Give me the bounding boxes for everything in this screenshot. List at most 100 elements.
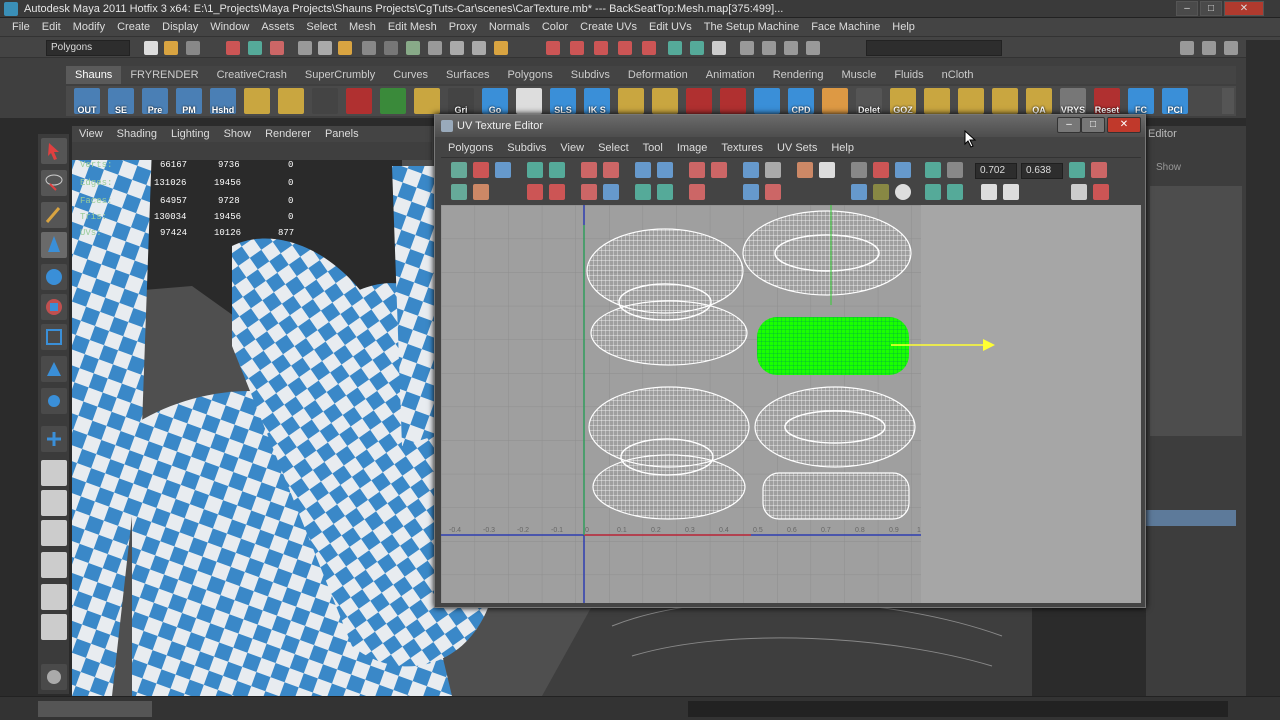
uv-editor-maximize-button[interactable]: □ bbox=[1081, 117, 1105, 133]
u-value-field[interactable]: 0.702 bbox=[975, 163, 1017, 179]
shelf-button[interactable] bbox=[822, 88, 848, 114]
layout-graph-icon[interactable] bbox=[41, 614, 67, 640]
last-tool-icon[interactable] bbox=[41, 426, 67, 452]
show-manipulator-icon[interactable] bbox=[41, 388, 67, 414]
uv-menu-select[interactable]: Select bbox=[591, 139, 636, 157]
manipulator-tool-icon[interactable] bbox=[41, 324, 67, 350]
uv-checker-icon[interactable] bbox=[819, 162, 835, 178]
uv-map-border-icon[interactable] bbox=[765, 184, 781, 200]
lasso-tool-icon[interactable] bbox=[41, 170, 67, 196]
render-icon[interactable] bbox=[546, 41, 560, 55]
uv-grid-icon[interactable] bbox=[765, 162, 781, 178]
uv-rotate-cw-icon[interactable] bbox=[603, 162, 619, 178]
output-icon[interactable] bbox=[690, 41, 704, 55]
uv-smudge-icon[interactable] bbox=[527, 184, 543, 200]
uv-tweak-icon[interactable] bbox=[473, 184, 489, 200]
layout-four-icon[interactable] bbox=[41, 490, 67, 516]
uv-shell-strip[interactable] bbox=[762, 472, 910, 520]
uv-lattice-icon[interactable] bbox=[549, 184, 565, 200]
layout-outliner-icon[interactable] bbox=[41, 584, 67, 610]
select-object-icon[interactable] bbox=[248, 41, 262, 55]
uv-menu-view[interactable]: View bbox=[553, 139, 591, 157]
menu-edit-mesh[interactable]: Edit Mesh bbox=[382, 21, 443, 33]
shelf-button[interactable]: PCI bbox=[1162, 88, 1188, 115]
hand-tool-icon[interactable] bbox=[41, 664, 67, 690]
maximize-button[interactable]: □ bbox=[1200, 1, 1222, 16]
shelf-button[interactable] bbox=[652, 88, 678, 114]
render-settings-icon[interactable] bbox=[594, 41, 608, 55]
mask-points-icon[interactable] bbox=[298, 41, 312, 55]
uv-shell-right-bottom[interactable] bbox=[754, 386, 916, 468]
shelf-tab-supercrumbly[interactable]: SuperCrumbly bbox=[296, 66, 384, 84]
shelf-button[interactable]: SE bbox=[108, 88, 134, 115]
uv-color-icon[interactable] bbox=[873, 184, 889, 200]
shelf-tab-surfaces[interactable]: Surfaces bbox=[437, 66, 498, 84]
close-button[interactable]: ✕ bbox=[1224, 1, 1264, 16]
shelf-button[interactable] bbox=[754, 88, 780, 114]
paint-select-tool-icon[interactable] bbox=[41, 202, 67, 228]
uv-grid-toggle-icon[interactable] bbox=[851, 162, 867, 178]
shelf-button[interactable]: PM bbox=[176, 88, 202, 115]
viewport-menu-renderer[interactable]: Renderer bbox=[258, 126, 318, 142]
shelf-button[interactable] bbox=[414, 88, 440, 114]
layout-single-icon[interactable] bbox=[41, 460, 67, 486]
open-scene-icon[interactable] bbox=[164, 41, 178, 55]
shelf-tab-animation[interactable]: Animation bbox=[697, 66, 764, 84]
uv-select-icon[interactable] bbox=[451, 162, 467, 178]
uv-align-icon[interactable] bbox=[689, 162, 705, 178]
right-panel-show-label[interactable]: Show bbox=[1156, 162, 1181, 173]
scale-tool-icon[interactable] bbox=[41, 294, 67, 320]
menu-normals[interactable]: Normals bbox=[483, 21, 536, 33]
uv-menu-textures[interactable]: Textures bbox=[714, 139, 770, 157]
shelf-button[interactable] bbox=[244, 88, 270, 114]
uv-editor-canvas[interactable]: -0.4 -0.3 -0.2 -0.1 0 0.1 0.2 0.3 0.4 0.… bbox=[441, 205, 1141, 603]
panel-layout-icon[interactable] bbox=[1180, 41, 1194, 55]
uv-select-shell-icon[interactable] bbox=[451, 184, 467, 200]
uv-snap-icon[interactable] bbox=[711, 162, 727, 178]
uv-straighten-icon[interactable] bbox=[689, 184, 705, 200]
layout-two-side-icon[interactable] bbox=[41, 520, 67, 546]
uv-cycle-icon[interactable] bbox=[1071, 184, 1087, 200]
uv-sphere-icon[interactable] bbox=[895, 184, 911, 200]
uv-dots-icon[interactable] bbox=[925, 184, 941, 200]
shelf-button[interactable]: Reset bbox=[1094, 88, 1120, 115]
shelf-button[interactable]: FC bbox=[1128, 88, 1154, 115]
shelf-tab-fluids[interactable]: Fluids bbox=[885, 66, 932, 84]
uv-snap-toggle-icon[interactable] bbox=[873, 162, 889, 178]
mask-vertex-icon[interactable] bbox=[318, 41, 332, 55]
shelf-button[interactable] bbox=[924, 88, 950, 114]
uv-shell-left-top[interactable] bbox=[586, 228, 748, 366]
uv-editor-minimize-button[interactable]: – bbox=[1057, 117, 1081, 133]
snap-point-icon[interactable] bbox=[428, 41, 442, 55]
uv-image-icon[interactable] bbox=[797, 162, 813, 178]
menu-create[interactable]: Create bbox=[111, 21, 156, 33]
tool-settings-icon[interactable] bbox=[762, 41, 776, 55]
uv-sew-icon[interactable] bbox=[657, 162, 673, 178]
viewport-menu-panels[interactable]: Panels bbox=[318, 126, 366, 142]
uv-layout-icon[interactable] bbox=[743, 162, 759, 178]
shelf-button[interactable] bbox=[720, 88, 746, 114]
uv-split-icon[interactable] bbox=[581, 184, 597, 200]
uv-relax-icon[interactable] bbox=[657, 184, 673, 200]
uv-shell-left-bottom[interactable] bbox=[588, 386, 750, 520]
uv-swap-icon[interactable] bbox=[1093, 184, 1109, 200]
select-component-icon[interactable] bbox=[270, 41, 284, 55]
shelf-scroll-arrows[interactable] bbox=[1222, 88, 1234, 114]
attribute-editor-icon[interactable] bbox=[740, 41, 754, 55]
shelf-tab-fryrender[interactable]: FRYRENDER bbox=[121, 66, 207, 84]
uv-editor-close-button[interactable]: ✕ bbox=[1107, 117, 1141, 133]
shelf-button[interactable]: Pre bbox=[142, 88, 168, 115]
menu-window[interactable]: Window bbox=[204, 21, 255, 33]
menu-face-machine[interactable]: Face Machine bbox=[805, 21, 886, 33]
shelf-button[interactable]: VRYS bbox=[1060, 88, 1086, 115]
uv-flip-u-icon[interactable] bbox=[527, 162, 543, 178]
shelf-tab-shauns[interactable]: Shauns bbox=[66, 66, 122, 84]
viewport-menu-lighting[interactable]: Lighting bbox=[164, 126, 217, 142]
menu-mesh[interactable]: Mesh bbox=[343, 21, 382, 33]
uv-merge-icon[interactable] bbox=[603, 184, 619, 200]
uv-menu-subdivs[interactable]: Subdivs bbox=[500, 139, 553, 157]
shelf-tab-deformation[interactable]: Deformation bbox=[619, 66, 697, 84]
shelf-button[interactable] bbox=[380, 88, 406, 114]
shelf-button[interactable]: QA bbox=[1026, 88, 1052, 115]
shelf-tab-muscle[interactable]: Muscle bbox=[832, 66, 885, 84]
